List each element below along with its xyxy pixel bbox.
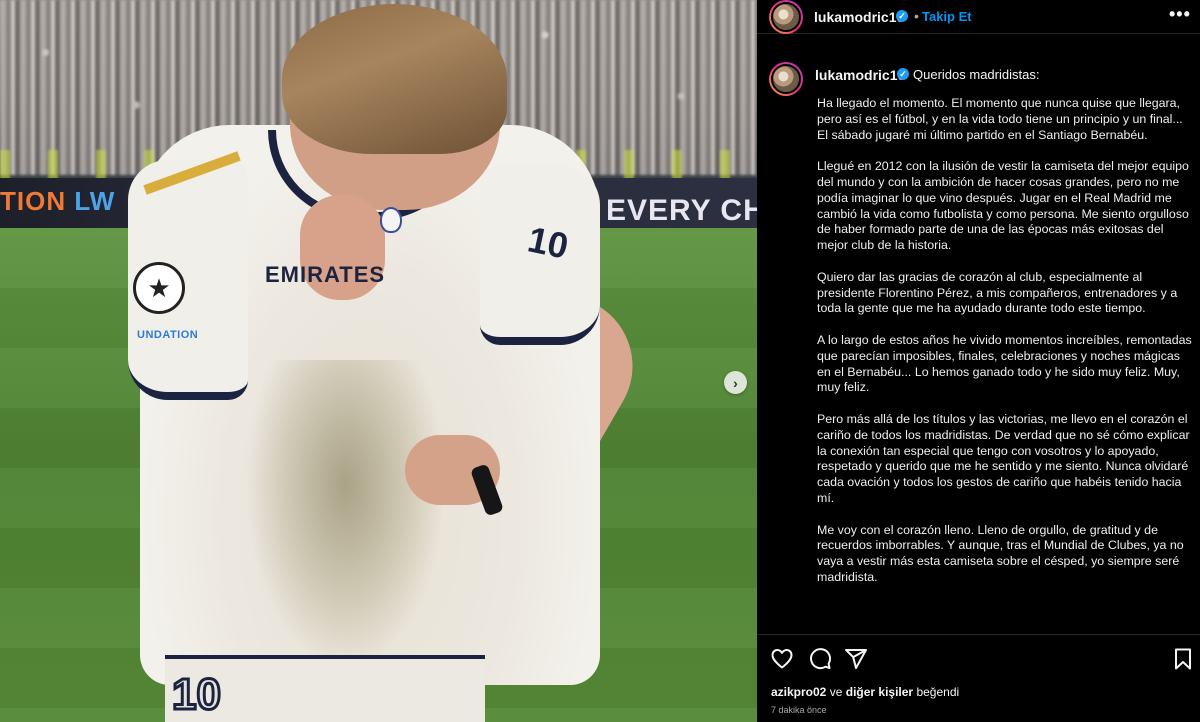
share-icon[interactable] bbox=[844, 647, 868, 671]
heart-icon[interactable] bbox=[770, 647, 794, 671]
caption-greeting: Queridos madridistas: bbox=[913, 67, 1040, 82]
verified-badge-icon: ✓ bbox=[896, 10, 908, 22]
chevron-right-icon[interactable]: › bbox=[724, 371, 747, 394]
caption-body: Ha llegado el momento. El momento que nu… bbox=[817, 96, 1195, 602]
likes-verb: beğendi bbox=[916, 685, 960, 699]
verified-badge-icon: ✓ bbox=[897, 68, 909, 80]
player-hair bbox=[282, 4, 507, 154]
caption-paragraph: Pero más allá de los títulos y las victo… bbox=[817, 411, 1190, 505]
likes-others-link[interactable]: diğer kişiler bbox=[846, 685, 913, 699]
shirt-sponsor: EMIRATES bbox=[265, 262, 386, 287]
caption-paragraph: Me voy con el corazón lleno. Lleno de or… bbox=[817, 522, 1184, 584]
champions-league-badge-icon: ★ bbox=[133, 262, 185, 314]
player-photo: 10 ★ UNDATION EMIRATES 10 bbox=[0, 0, 757, 722]
likes-connector: ve bbox=[829, 685, 843, 699]
caption-paragraph: Quiero dar las gracias de corazón al clu… bbox=[817, 269, 1178, 316]
more-options-icon[interactable]: ••• bbox=[1169, 4, 1191, 25]
caption-paragraph: Llegué en 2012 con la ilusión de vestir … bbox=[817, 159, 1189, 253]
liker-username[interactable]: azikpro02 bbox=[771, 685, 826, 699]
comment-icon[interactable] bbox=[808, 647, 832, 671]
post-header: lukamodric10 ✓ • Takip Et ••• bbox=[757, 0, 1200, 34]
caption-paragraph: A lo largo de estos años he vivido momen… bbox=[817, 332, 1192, 395]
bookmark-icon[interactable] bbox=[1171, 647, 1195, 671]
likes-summary: azikpro02 ve diğer kişiler beğendi bbox=[771, 685, 959, 699]
header-username[interactable]: lukamodric10 bbox=[814, 9, 904, 25]
shorts-number: 10 bbox=[171, 669, 223, 721]
separator-dot: • bbox=[914, 8, 919, 24]
caption-username[interactable]: lukamodric10 bbox=[815, 67, 905, 83]
post-media[interactable]: TION LW USE EVERY CH 10 ★ UNDATION EMIRA… bbox=[0, 0, 757, 722]
club-crest bbox=[380, 207, 402, 233]
post-panel: lukamodric10 ✓ • Takip Et ••• lukamodric… bbox=[757, 0, 1200, 722]
foundation-patch: UNDATION bbox=[137, 329, 199, 341]
actions-bar: azikpro02 ve diğer kişiler beğendi 7 dak… bbox=[757, 634, 1200, 722]
follow-button[interactable]: Takip Et bbox=[922, 9, 972, 24]
caption-avatar[interactable] bbox=[769, 62, 803, 96]
caption-paragraph: Ha llegado el momento. El momento que nu… bbox=[817, 96, 1183, 142]
jersey-grass-stain bbox=[245, 360, 445, 670]
post-timestamp[interactable]: 7 dakika önce bbox=[771, 705, 827, 715]
sleeve-number: 10 bbox=[524, 218, 572, 267]
avatar[interactable] bbox=[769, 0, 803, 34]
